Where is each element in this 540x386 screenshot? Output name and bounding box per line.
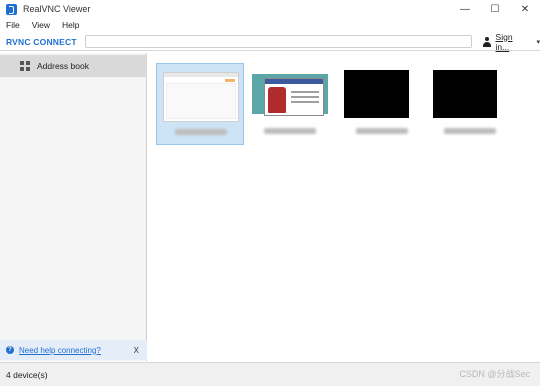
help-banner: ? Need help connecting? X bbox=[0, 340, 147, 360]
device-name-redacted bbox=[175, 129, 227, 135]
user-icon bbox=[482, 36, 492, 47]
device-grid bbox=[148, 53, 540, 361]
menu-help[interactable]: Help bbox=[62, 20, 79, 30]
sidebar: Address book bbox=[0, 53, 147, 361]
close-button[interactable]: ✕ bbox=[510, 0, 540, 18]
device-tile[interactable] bbox=[156, 63, 244, 145]
device-thumbnail bbox=[433, 70, 497, 118]
grid-icon bbox=[20, 61, 30, 71]
close-icon[interactable]: X bbox=[134, 346, 139, 355]
device-tile[interactable] bbox=[338, 63, 426, 145]
device-thumbnail bbox=[344, 70, 409, 118]
device-thumbnail bbox=[163, 72, 239, 122]
device-count: 4 device(s) bbox=[6, 369, 48, 380]
help-link[interactable]: Need help connecting? bbox=[19, 346, 101, 355]
watermark: CSDN @分战Sec bbox=[459, 369, 530, 379]
maximize-button[interactable]: ☐ bbox=[480, 0, 510, 18]
signin-button[interactable]: Sign in... ▾ bbox=[482, 32, 540, 52]
connect-bar: RVNC CONNECT Sign in... ▾ bbox=[0, 32, 540, 52]
device-name-redacted bbox=[356, 128, 408, 134]
realvnc-app-icon bbox=[6, 3, 17, 15]
title-bar: RealVNC Viewer — ☐ ✕ bbox=[0, 0, 540, 18]
signin-label: Sign in... bbox=[495, 31, 513, 52]
help-icon: ? bbox=[6, 346, 14, 354]
vnc-connect-logo: RVNC CONNECT bbox=[6, 36, 77, 47]
window-controls: — ☐ ✕ bbox=[450, 0, 540, 18]
window-title: RealVNC Viewer bbox=[23, 4, 91, 14]
device-tile[interactable] bbox=[426, 63, 514, 145]
minimize-button[interactable]: — bbox=[450, 0, 480, 18]
sidebar-item-address-book[interactable]: Address book bbox=[0, 55, 147, 77]
device-thumbnail bbox=[252, 74, 328, 116]
menu-file[interactable]: File bbox=[6, 20, 20, 30]
device-name-redacted bbox=[264, 128, 316, 134]
device-name-redacted bbox=[444, 128, 496, 134]
menu-view[interactable]: View bbox=[32, 20, 50, 30]
address-search-input[interactable] bbox=[84, 35, 472, 48]
menu-bar: File View Help bbox=[0, 18, 540, 32]
device-tile[interactable] bbox=[246, 63, 334, 145]
sidebar-item-label: Address book bbox=[37, 61, 89, 71]
chevron-down-icon[interactable]: ▾ bbox=[536, 38, 540, 46]
